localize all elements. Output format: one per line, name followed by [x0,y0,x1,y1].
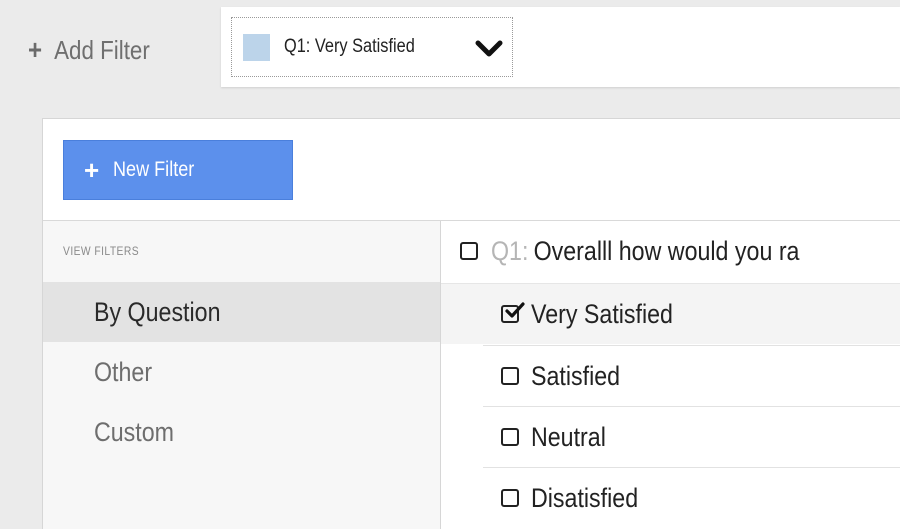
option-row-neutral[interactable]: Neutral [483,406,900,467]
active-filter-chip[interactable]: Q1: Very Satisfied [231,17,513,77]
sidebar-item-other[interactable]: Other [43,342,440,402]
sidebar-heading: VIEW FILTERS [63,244,140,258]
option-label: Satisfied [531,360,621,391]
question-checkbox[interactable] [460,242,478,260]
sidebar-item-custom[interactable]: Custom [43,402,440,462]
option-label: Very Satisfied [531,298,673,329]
option-checkbox[interactable] [501,489,519,507]
option-row-satisfied[interactable]: Satisfied [483,345,900,406]
plus-icon: + [84,154,100,185]
filter-color-swatch [243,33,270,61]
sidebar-item-by-question[interactable]: By Question [43,282,440,342]
question-text: Q1: Overalll how would you ra [491,236,799,267]
option-label: Disatisfied [531,482,639,513]
option-label: Neutral [531,421,606,452]
option-row-very-satisfied[interactable]: Very Satisfied [441,283,900,344]
check-icon [505,302,525,318]
add-filter-label: Add Filter [54,34,150,65]
new-filter-label: New Filter [113,158,195,181]
sidebar-item-label: By Question [94,296,221,327]
sidebar-item-label: Custom [94,416,175,447]
sidebar-item-label: Other [94,356,153,387]
option-row-disatisfied[interactable]: Disatisfied [483,467,900,528]
option-checkbox[interactable] [501,428,519,446]
filter-chip-label: Q1: Very Satisfied [284,36,415,57]
plus-icon: + [28,34,43,65]
question-row[interactable]: Q1: Overalll how would you ra [441,221,900,281]
option-checkbox[interactable] [501,367,519,385]
question-number: Q1: [491,235,529,266]
add-filter-button[interactable]: + Add Filter [28,30,150,70]
option-checkbox-checked[interactable] [501,302,525,323]
question-title: Overalll how would you ra [533,235,800,266]
chevron-down-icon[interactable] [474,38,504,60]
new-filter-button[interactable]: + New Filter [63,140,293,200]
